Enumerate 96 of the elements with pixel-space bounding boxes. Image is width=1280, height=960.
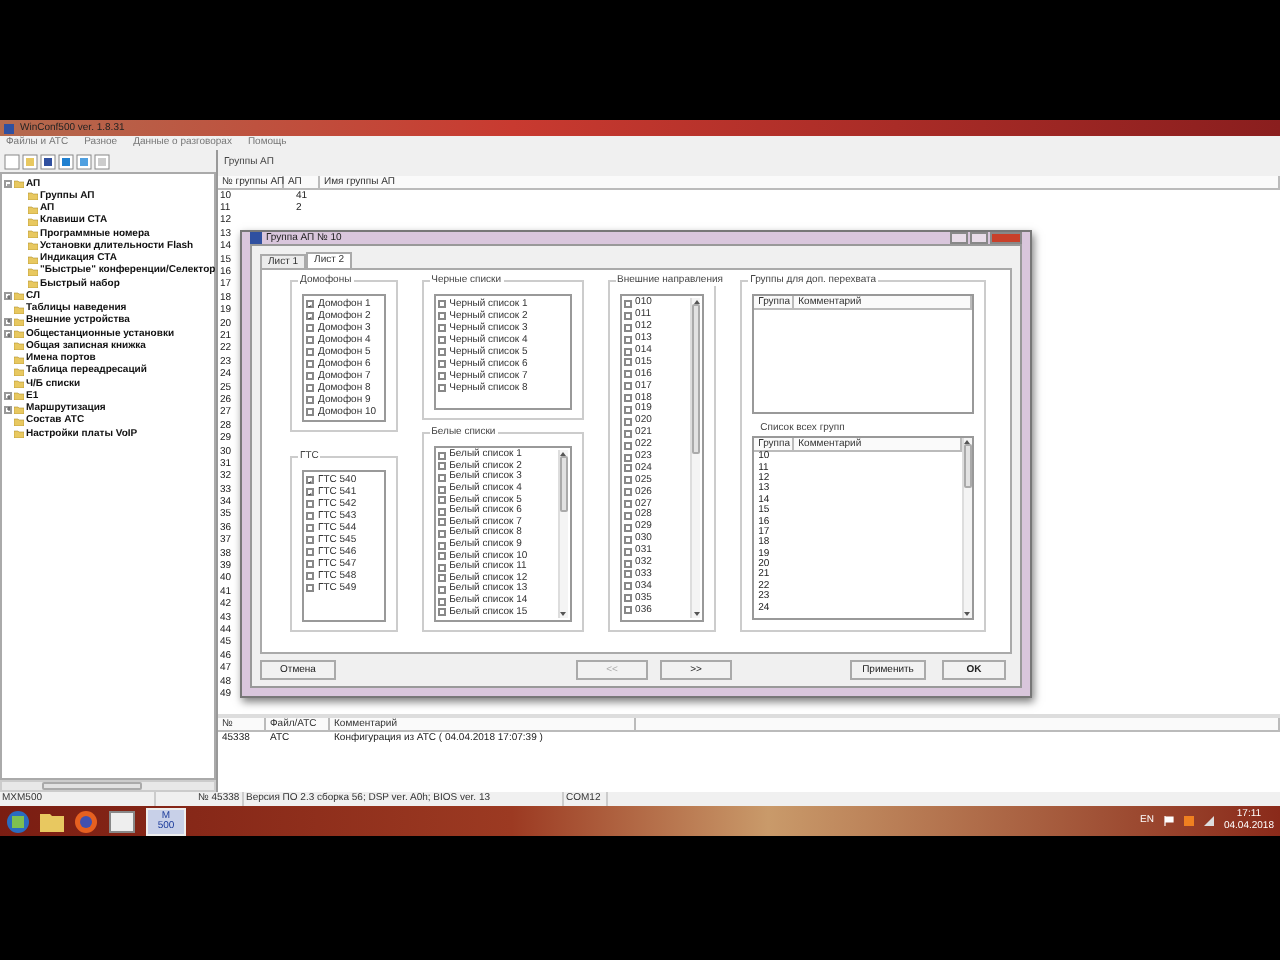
scrollbar[interactable]	[690, 298, 701, 618]
checkbox[interactable]	[437, 597, 446, 606]
expander-icon[interactable]	[4, 180, 12, 189]
expander-icon[interactable]	[4, 292, 12, 301]
app-icon	[4, 123, 14, 133]
checkbox[interactable]	[623, 511, 632, 520]
checkbox[interactable]	[623, 488, 632, 497]
checkbox[interactable]	[623, 417, 632, 426]
checkbox[interactable]	[437, 348, 446, 356]
checkbox[interactable]	[623, 476, 632, 485]
checkbox[interactable]	[623, 594, 632, 603]
scrollbar[interactable]	[0, 780, 216, 792]
checkbox[interactable]	[623, 299, 632, 308]
checkbox[interactable]	[306, 348, 314, 356]
checkbox[interactable]	[306, 396, 314, 404]
checkbox[interactable]	[437, 300, 446, 308]
checkbox[interactable]	[306, 372, 314, 380]
checkbox[interactable]	[437, 574, 446, 583]
checkbox[interactable]	[437, 507, 446, 516]
checkbox[interactable]	[437, 518, 446, 527]
checkbox[interactable]	[437, 462, 446, 471]
scroll-up-arrow-icon[interactable]	[560, 452, 567, 456]
scroll-up-arrow-icon[interactable]	[693, 300, 700, 304]
checkbox[interactable]	[623, 335, 632, 344]
scrollbar[interactable]	[961, 438, 972, 618]
checkbox[interactable]	[306, 560, 314, 568]
checkbox[interactable]	[306, 548, 314, 556]
checkbox[interactable]	[437, 585, 446, 594]
scroll-up-arrow-icon[interactable]	[964, 440, 971, 444]
checkbox[interactable]	[623, 523, 632, 532]
checkbox[interactable]	[623, 453, 632, 462]
checkbox[interactable]	[437, 496, 446, 505]
checkbox[interactable]	[623, 547, 632, 556]
checkbox[interactable]	[306, 384, 314, 392]
maximize-button[interactable]	[970, 232, 988, 244]
tray-icon[interactable]	[1183, 816, 1194, 826]
checkbox[interactable]	[306, 488, 314, 496]
checkbox[interactable]	[437, 473, 446, 482]
checkbox[interactable]	[437, 485, 446, 494]
checkbox[interactable]	[623, 323, 632, 332]
checkbox[interactable]	[306, 500, 314, 508]
checkbox[interactable]	[437, 552, 446, 561]
browser-icon[interactable]	[74, 809, 98, 833]
checkbox[interactable]	[623, 370, 632, 379]
scroll-down-arrow-icon[interactable]	[560, 612, 567, 616]
expander-icon[interactable]	[4, 317, 12, 326]
checkbox[interactable]	[437, 608, 446, 617]
checkbox[interactable]	[437, 360, 446, 368]
checkbox[interactable]	[437, 541, 446, 550]
window-icon[interactable]	[108, 809, 136, 833]
expander-icon[interactable]	[4, 392, 12, 401]
checkbox[interactable]	[437, 451, 446, 460]
expander-icon[interactable]	[4, 330, 12, 339]
checkbox[interactable]	[623, 382, 632, 391]
checkbox[interactable]	[306, 300, 314, 308]
checkbox[interactable]	[306, 536, 314, 544]
expander-icon[interactable]	[4, 405, 12, 414]
checkbox[interactable]	[623, 570, 632, 579]
checkbox[interactable]	[623, 535, 632, 544]
checkbox[interactable]	[306, 408, 314, 416]
checkbox[interactable]	[623, 429, 632, 438]
minimize-button[interactable]	[950, 232, 968, 244]
checkbox[interactable]	[437, 324, 446, 332]
checkbox[interactable]	[623, 394, 632, 403]
checkbox[interactable]	[437, 372, 446, 380]
scroll-down-arrow-icon[interactable]	[693, 612, 700, 616]
checkbox[interactable]	[437, 529, 446, 538]
checkbox[interactable]	[306, 476, 314, 484]
checkbox[interactable]	[306, 336, 314, 344]
checkbox[interactable]	[306, 572, 314, 580]
checkbox[interactable]	[623, 347, 632, 355]
checkbox[interactable]	[437, 563, 446, 572]
checkbox[interactable]	[437, 312, 446, 320]
network-icon[interactable]	[1203, 816, 1214, 826]
checkbox[interactable]	[623, 311, 632, 320]
checkbox[interactable]	[306, 512, 314, 520]
checkbox[interactable]	[623, 464, 632, 473]
checkbox[interactable]	[623, 358, 632, 367]
checkbox[interactable]	[306, 312, 314, 320]
checkbox[interactable]	[623, 500, 632, 509]
scroll-down-arrow-icon[interactable]	[964, 612, 971, 616]
scrollbar[interactable]	[557, 450, 568, 618]
checkbox[interactable]	[623, 606, 632, 615]
checkbox[interactable]	[623, 405, 632, 414]
start-orb-icon[interactable]	[6, 809, 30, 833]
app-icon	[250, 232, 262, 244]
checkbox[interactable]	[623, 441, 632, 450]
checkbox[interactable]	[437, 384, 446, 392]
flag-icon[interactable]	[1163, 816, 1174, 826]
checkbox[interactable]	[437, 336, 446, 344]
checkbox[interactable]	[306, 524, 314, 532]
checkbox[interactable]	[306, 324, 314, 332]
checkbox[interactable]	[623, 559, 632, 568]
checkbox[interactable]	[306, 360, 314, 368]
checkbox[interactable]	[306, 584, 314, 592]
checkbox[interactable]	[623, 582, 632, 591]
